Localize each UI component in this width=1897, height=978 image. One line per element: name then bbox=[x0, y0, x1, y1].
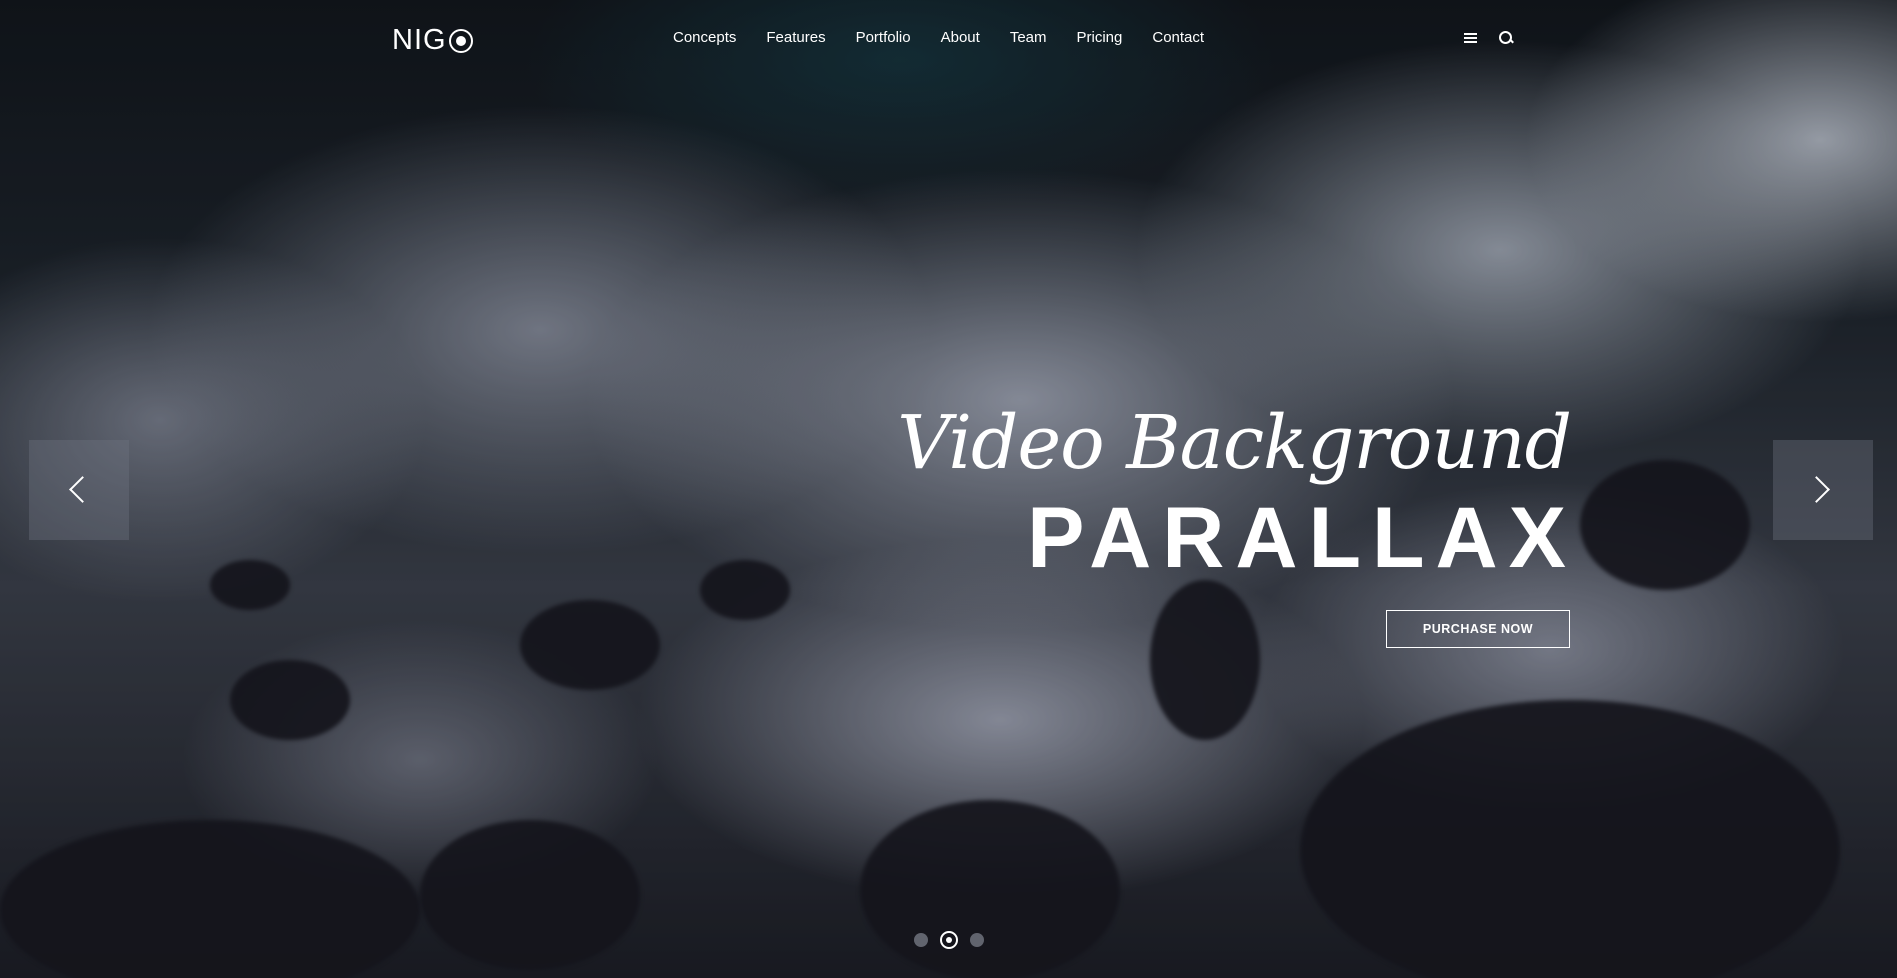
main-menu: Concepts Features Portfolio About Team P… bbox=[673, 29, 1234, 46]
nav-item-pricing[interactable]: Pricing bbox=[1077, 29, 1123, 46]
purchase-now-button[interactable]: PURCHASE NOW bbox=[1386, 610, 1570, 648]
nav-item-concepts[interactable]: Concepts bbox=[673, 29, 736, 46]
nav-item-team[interactable]: Team bbox=[1010, 29, 1047, 46]
slider-prev-button[interactable] bbox=[29, 440, 129, 540]
hero-section: NIG Concepts Features Portfolio About Te… bbox=[0, 0, 1897, 978]
hero-script-title: Video Background bbox=[897, 400, 1572, 486]
site-logo[interactable]: NIG bbox=[392, 24, 473, 57]
nav-item-contact[interactable]: Contact bbox=[1152, 29, 1204, 46]
slider-pagination bbox=[914, 931, 984, 949]
nav-item-about[interactable]: About bbox=[941, 29, 980, 46]
top-navigation: NIG Concepts Features Portfolio About Te… bbox=[0, 0, 1897, 78]
logo-text: NIG bbox=[392, 24, 447, 56]
search-icon[interactable] bbox=[1499, 30, 1514, 46]
slider-next-button[interactable] bbox=[1773, 440, 1873, 540]
chevron-right-icon bbox=[1803, 476, 1830, 503]
nav-item-portfolio[interactable]: Portfolio bbox=[856, 29, 911, 46]
slider-dot-3[interactable] bbox=[970, 933, 984, 947]
hero-main-title: PARALLAX bbox=[1027, 490, 1577, 586]
slider-dot-2[interactable] bbox=[940, 931, 958, 949]
nav-icons bbox=[1464, 30, 1514, 46]
logo-aperture-icon bbox=[448, 28, 473, 53]
menu-icon[interactable] bbox=[1464, 30, 1479, 46]
chevron-left-icon bbox=[69, 476, 96, 503]
nav-item-features[interactable]: Features bbox=[766, 29, 825, 46]
slider-dot-1[interactable] bbox=[914, 933, 928, 947]
hero-headline: Video Background PARALLAX bbox=[897, 398, 1572, 588]
